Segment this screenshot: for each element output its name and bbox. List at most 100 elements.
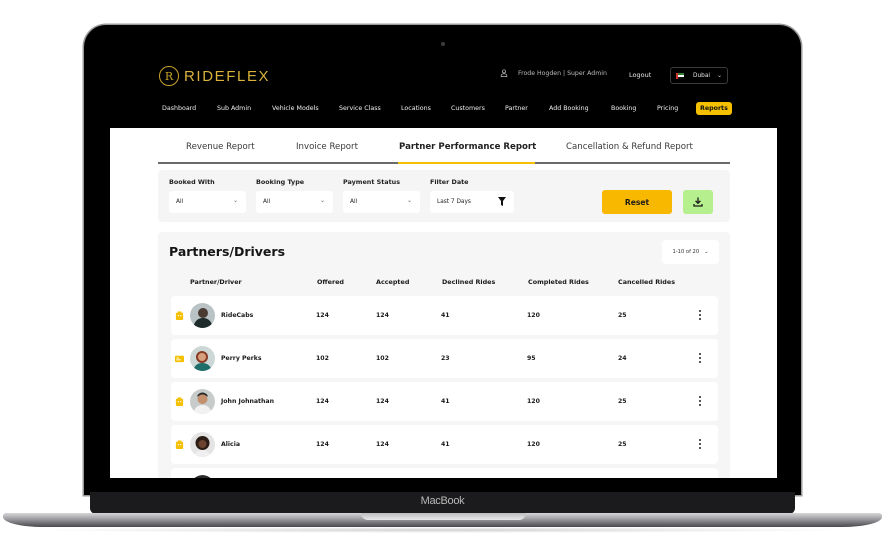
table-row[interactable]: Perry Perks 102 102 23 95 24 <box>171 339 718 378</box>
declined-value: 41 <box>441 312 450 319</box>
chevron-down-icon: ⌄ <box>232 197 238 204</box>
logout-link[interactable]: Logout <box>629 71 651 79</box>
completed-value: 95 <box>527 355 536 362</box>
booked-with-select[interactable]: All ⌄ <box>169 191 246 213</box>
avatar <box>190 389 215 414</box>
chevron-down-icon: ⌄ <box>716 72 722 79</box>
app-screen: R RIDEFLEX Frode Hogden | Super Admin Lo… <box>110 50 777 478</box>
filter-funnel-icon <box>498 197 506 206</box>
report-tabs: Revenue Report Invoice Report Partner Pe… <box>158 128 730 164</box>
cancelled-value: 24 <box>618 355 627 362</box>
offered-value: 124 <box>316 398 329 405</box>
column-header-completed-rides: Completed Rides <box>528 278 589 286</box>
filter-date-label: Filter Date <box>430 178 469 186</box>
reset-button[interactable]: Reset <box>602 190 672 214</box>
nav-vehicle-models[interactable]: Vehicle Models <box>272 105 319 112</box>
user-role: | Super Admin <box>563 69 607 77</box>
booked-with-value: All <box>176 199 184 205</box>
more-options-icon[interactable] <box>697 352 703 364</box>
laptop-hinge-notch <box>361 513 526 520</box>
download-icon <box>693 197 703 207</box>
column-header-accepted: Accepted <box>376 278 410 286</box>
column-header-offered: Offered <box>317 278 345 286</box>
city-value: Dubai <box>693 72 710 79</box>
partners-table: Partners/Drivers 1-10 of 20 ⌄ Partner/Dr… <box>158 232 730 478</box>
nav-partner[interactable]: Partner <box>505 105 528 112</box>
completed-value: 120 <box>527 441 540 448</box>
chevron-down-icon: ⌄ <box>319 197 325 204</box>
nav-sub-admin[interactable]: Sub Admin <box>217 105 251 112</box>
chevron-down-icon: ⌄ <box>704 249 709 255</box>
city-dropdown[interactable]: Dubai ⌄ <box>670 67 728 84</box>
pagination-value: 1-10 of 20 <box>672 249 700 255</box>
cancelled-value: 25 <box>618 312 627 319</box>
company-building-icon <box>175 440 184 449</box>
nav-dashboard[interactable]: Dashboard <box>162 105 196 112</box>
cancelled-value: 25 <box>618 441 627 448</box>
nav-add-booking[interactable]: Add Booking <box>549 105 589 112</box>
payment-status-value: All <box>350 199 358 205</box>
nav-customers[interactable]: Customers <box>451 105 485 112</box>
filter-date-value: Last 7 Days <box>437 199 471 205</box>
more-options-icon[interactable] <box>697 309 703 321</box>
filter-date-select[interactable]: Last 7 Days <box>430 191 514 213</box>
nav-reports[interactable]: Reports <box>696 102 732 115</box>
completed-value: 120 <box>527 398 540 405</box>
partner-name: Perry Perks <box>221 355 262 362</box>
payment-status-select[interactable]: All ⌄ <box>343 191 420 213</box>
pagination-select[interactable]: 1-10 of 20 ⌄ <box>662 240 719 264</box>
tab-partner-performance-report[interactable]: Partner Performance Report <box>399 142 536 152</box>
logo-emblem-icon: R <box>159 66 179 86</box>
nav-service-class[interactable]: Service Class <box>339 105 381 112</box>
table-row[interactable] <box>171 468 718 478</box>
laptop-shadow <box>30 527 855 533</box>
offered-value: 102 <box>316 355 329 362</box>
column-header-partner-driver: Partner/Driver <box>190 278 242 286</box>
avatar <box>190 475 215 478</box>
partner-name: John Johnathan <box>221 398 274 405</box>
booking-type-select[interactable]: All ⌄ <box>256 191 333 213</box>
nav-locations[interactable]: Locations <box>401 105 431 112</box>
partner-name: Alicia <box>221 441 240 448</box>
table-row[interactable]: John Johnathan 124 124 41 120 25 <box>171 382 718 421</box>
declined-value: 23 <box>441 355 450 362</box>
macbook-label: MacBook <box>420 495 465 507</box>
tab-invoice-report[interactable]: Invoice Report <box>296 142 358 152</box>
report-content: Revenue Report Invoice Report Partner Pe… <box>110 128 777 478</box>
user-name: Frode Hogden <box>518 69 562 77</box>
table-title: Partners/Drivers <box>169 244 286 259</box>
avatar <box>190 432 215 457</box>
accepted-value: 124 <box>376 312 389 319</box>
table-row[interactable]: RideCabs 124 124 41 120 25 <box>171 296 718 335</box>
column-header-cancelled-rides: Cancelled Rides <box>618 278 676 286</box>
accepted-value: 124 <box>376 441 389 448</box>
payment-status-label: Payment Status <box>343 178 400 186</box>
user-icon <box>500 69 508 77</box>
avatar <box>190 346 215 371</box>
booking-type-value: All <box>263 199 271 205</box>
avatar <box>190 303 215 328</box>
column-header-declined-rides: Declined Rides <box>442 278 496 286</box>
accepted-value: 124 <box>376 398 389 405</box>
offered-value: 124 <box>316 312 329 319</box>
nav-booking[interactable]: Booking <box>611 105 636 112</box>
more-options-icon[interactable] <box>697 395 703 407</box>
main-nav: Dashboard Sub Admin Vehicle Models Servi… <box>110 101 777 119</box>
nav-pricing[interactable]: Pricing <box>657 105 678 112</box>
user-info[interactable]: Frode Hogden | Super Admin <box>500 69 607 77</box>
brand-name: RIDEFLEX <box>184 67 271 85</box>
table-row[interactable]: Alicia 124 124 41 120 25 <box>171 425 718 464</box>
uae-flag-icon <box>676 72 684 79</box>
accepted-value: 102 <box>376 355 389 362</box>
laptop-chin: MacBook <box>90 492 795 514</box>
tab-cancellation-refund-report[interactable]: Cancellation & Refund Report <box>566 142 693 152</box>
more-options-icon[interactable] <box>697 438 703 450</box>
brand-logo[interactable]: R RIDEFLEX <box>159 66 270 86</box>
cancelled-value: 25 <box>618 398 627 405</box>
company-building-icon <box>175 397 184 406</box>
declined-value: 41 <box>441 441 450 448</box>
driver-id-card-icon <box>175 355 184 363</box>
tab-revenue-report[interactable]: Revenue Report <box>186 142 255 152</box>
download-button[interactable] <box>683 190 713 214</box>
chevron-down-icon: ⌄ <box>406 197 412 204</box>
